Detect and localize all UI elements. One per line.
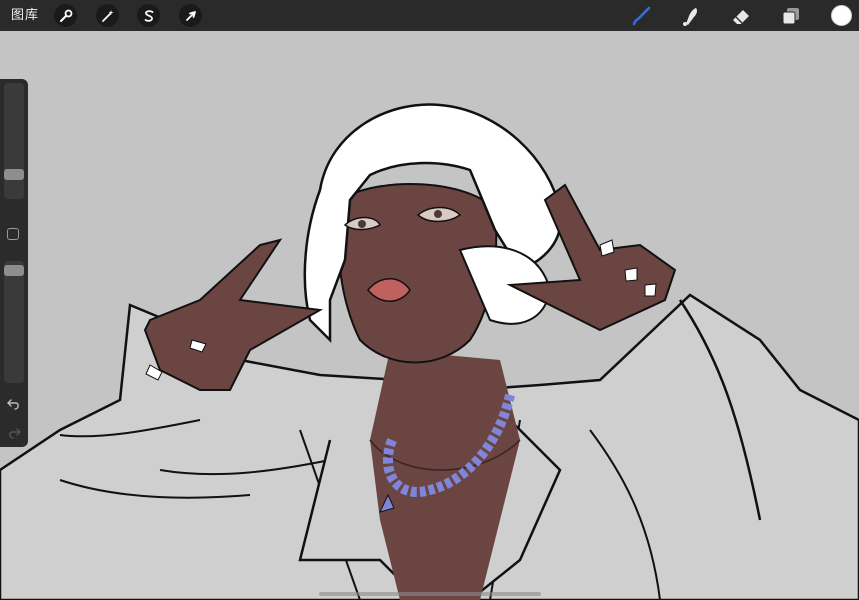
magic-wand-icon (101, 9, 114, 22)
gallery-button[interactable]: 图库 (11, 7, 39, 24)
actions-button[interactable] (54, 4, 77, 27)
brush-tool-button[interactable] (628, 4, 654, 28)
wrench-icon (59, 9, 72, 22)
layers-button[interactable] (778, 4, 804, 28)
opacity-slider-thumb[interactable] (4, 265, 24, 276)
left-sidebar (0, 79, 28, 447)
top-toolbar: 图库 (0, 0, 859, 31)
transform-button[interactable] (179, 4, 202, 27)
opacity-slider[interactable] (4, 261, 24, 383)
brush-size-slider[interactable] (4, 83, 24, 199)
brush-size-slider-thumb[interactable] (4, 169, 24, 180)
cursor-arrow-icon (185, 10, 196, 21)
eraser-tool-button[interactable] (728, 4, 754, 28)
smudge-tool-button[interactable] (678, 4, 704, 28)
layers-icon (782, 8, 799, 25)
brush-icon (632, 6, 651, 26)
redo-icon (9, 428, 21, 439)
undo-icon (7, 399, 19, 410)
color-picker-button[interactable] (831, 5, 852, 26)
adjustments-button[interactable] (96, 4, 119, 27)
home-indicator (319, 592, 541, 596)
selection-button[interactable] (137, 4, 160, 27)
selection-s-icon (144, 9, 153, 22)
eraser-icon (733, 10, 749, 24)
drawing-canvas[interactable] (0, 31, 859, 600)
artwork-illustration (0, 103, 859, 600)
redo-button[interactable] (6, 425, 22, 441)
undo-button[interactable] (6, 396, 22, 412)
modifier-square-button[interactable] (7, 228, 19, 240)
smudge-icon (683, 8, 698, 26)
